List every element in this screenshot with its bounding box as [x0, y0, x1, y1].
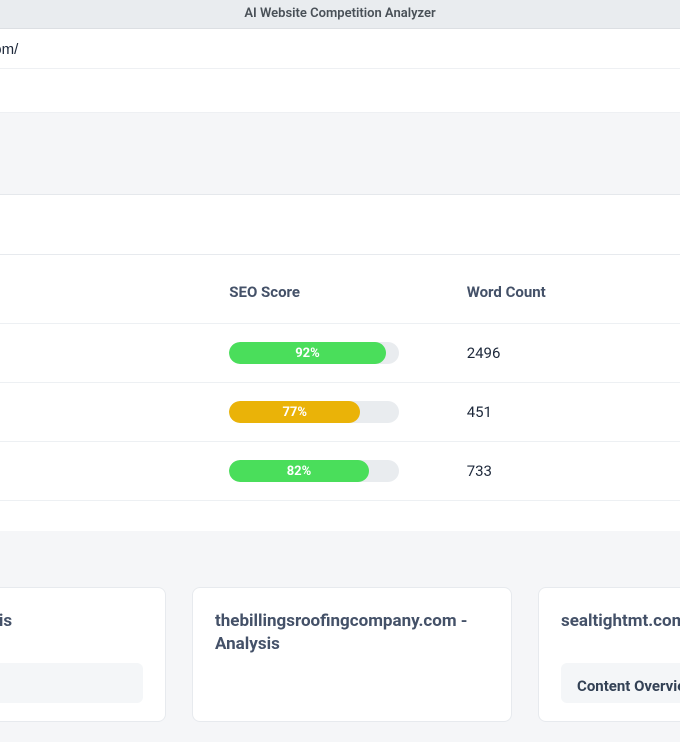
seo-progress: 92%	[229, 342, 399, 364]
analysis-card-title: sealtightmt.com - An	[561, 610, 680, 633]
analysis-card: thebillingsroofingcompany.com - Analysis	[192, 587, 512, 722]
cell-word-count: 2496	[459, 324, 675, 383]
table-row: m 92% 2496ro	[0, 324, 680, 383]
th-website	[0, 261, 221, 324]
analysis-card: com - Analysis ew	[0, 587, 166, 722]
cell-seo-score: 92%	[221, 324, 458, 383]
th-word-count: Word Count	[459, 261, 675, 324]
cell-seo-score: 77%	[221, 383, 458, 442]
cell-niche: ro	[675, 442, 680, 501]
cell-word-count: 733	[459, 442, 675, 501]
th-niche: N	[675, 261, 680, 324]
seo-progress-fill: 77%	[229, 401, 360, 423]
analysis-cards-row: com - Analysis ew thebillingsroofingcompan…	[0, 531, 680, 742]
table-row: 82% 733ro	[0, 442, 680, 501]
seo-progress: 77%	[229, 401, 399, 423]
content-overview-box: ew	[0, 663, 143, 703]
action-pane: Start Analysis	[0, 113, 680, 195]
cell-niche: ro	[675, 324, 680, 383]
analysis-card-title: com - Analysis	[0, 610, 143, 633]
cell-website: m	[0, 324, 221, 383]
cell-word-count: 451	[459, 383, 675, 442]
app-title-bar: AI Website Competition Analyzer	[0, 0, 680, 29]
secondary-input[interactable]	[0, 85, 680, 102]
app-title: AI Website Competition Analyzer	[244, 6, 435, 21]
cell-website: ompany.com	[0, 383, 221, 442]
cell-niche: ro	[675, 383, 680, 442]
comparison-table: SEO Score Word Count N m92%2496roompany.…	[0, 261, 680, 501]
analysis-card-title: thebillingsroofingcompany.com - Analysis	[215, 610, 489, 656]
secondary-input-row	[0, 69, 680, 113]
competitor-url-input[interactable]	[0, 41, 680, 58]
seo-progress-fill: 82%	[229, 460, 368, 482]
cell-seo-score: 82%	[221, 442, 458, 501]
url-input-row	[0, 29, 680, 69]
comparison-title: parison	[0, 217, 680, 255]
seo-progress-fill: 92%	[229, 342, 385, 364]
comparison-section: parison SEO Score Word Count N m 92% 2496r…	[0, 195, 680, 531]
table-row: ompany.com 77% 451ro	[0, 383, 680, 442]
seo-progress: 82%	[229, 460, 399, 482]
cell-website	[0, 442, 221, 501]
th-seo-score: SEO Score	[221, 261, 458, 324]
content-overview-box: Content Overview	[561, 663, 680, 703]
analysis-card: sealtightmt.com - An Content Overview	[538, 587, 680, 722]
